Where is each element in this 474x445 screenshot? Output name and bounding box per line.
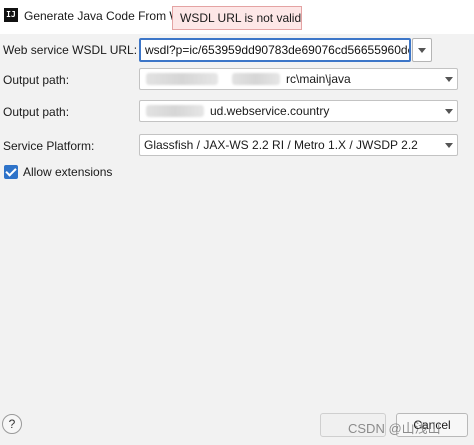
redacted-text — [146, 105, 204, 117]
output-path-label: Output path: — [3, 73, 70, 87]
package-value: ud.webservice.country — [210, 104, 330, 118]
intellij-icon: IJ — [4, 8, 18, 22]
package-label: Output path: — [3, 105, 70, 119]
output-path-select[interactable]: rc\main\java — [139, 68, 458, 90]
wsdl-url-label: Web service WSDL URL: — [3, 43, 138, 57]
chevron-down-icon — [445, 109, 453, 114]
output-path-value: rc\main\java — [286, 72, 351, 86]
service-platform-label: Service Platform: — [3, 139, 95, 153]
wsdl-url-dropdown-button[interactable] — [412, 38, 432, 62]
chevron-down-icon — [445, 143, 453, 148]
title-bar: IJ Generate Java Code From WS WSDL URL i… — [0, 0, 474, 34]
chevron-down-icon — [445, 77, 453, 82]
watermark: CSDN @山浅山 — [348, 421, 441, 436]
allow-extensions-label[interactable]: Allow extensions — [23, 165, 112, 179]
chevron-down-icon — [418, 48, 426, 53]
validation-tooltip: WSDL URL is not valid — [172, 6, 302, 30]
allow-extensions-checkbox[interactable] — [4, 165, 18, 179]
redacted-text — [146, 73, 218, 85]
service-platform-value: Glassfish / JAX-WS 2.2 RI / Metro 1.X / … — [144, 138, 418, 152]
redacted-text — [232, 73, 280, 85]
dialog-title: Generate Java Code From WS — [24, 9, 174, 23]
help-button[interactable]: ? — [2, 414, 22, 434]
wsdl-url-input[interactable]: wsdl?p=ic/653959dd90783de69076cd56655960… — [139, 38, 411, 62]
service-platform-select[interactable]: Glassfish / JAX-WS 2.2 RI / Metro 1.X / … — [139, 134, 458, 156]
package-select[interactable]: ud.webservice.country — [139, 100, 458, 122]
